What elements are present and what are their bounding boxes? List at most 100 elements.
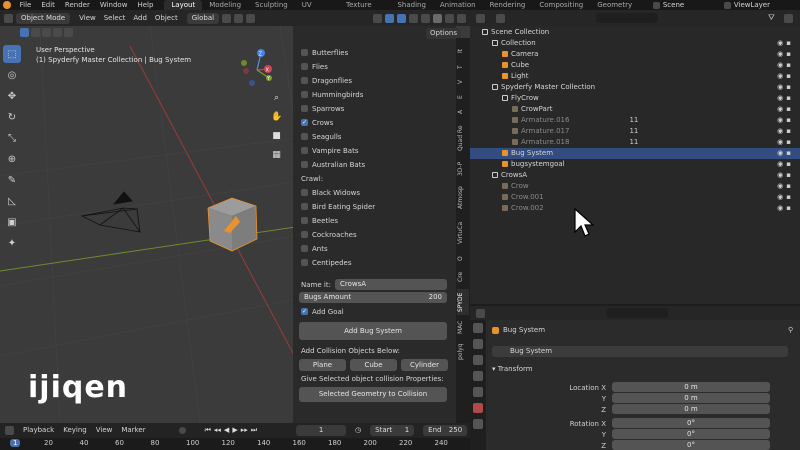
collection-tab-icon[interactable] xyxy=(473,419,483,429)
outliner-row[interactable]: CrowPart ◉▪ xyxy=(470,104,800,115)
eye-icon[interactable]: ◉ xyxy=(777,50,786,58)
option-ants[interactable]: Ants xyxy=(301,243,328,254)
transform-panel-header[interactable]: ▾ Transform xyxy=(492,365,533,373)
option-centipedes-checkbox[interactable] xyxy=(301,259,308,266)
sidebar-tab-spyde[interactable]: SPYDE xyxy=(457,289,469,315)
outliner-row[interactable]: Spyderfy Master Collection ◉▪ xyxy=(470,82,800,93)
option-australian-bats[interactable]: Australian Bats xyxy=(301,159,365,170)
outliner-row[interactable]: Scene Collection xyxy=(470,27,800,38)
pivot-icon[interactable] xyxy=(222,13,232,23)
workspace-tab-layout[interactable]: Layout xyxy=(164,0,203,10)
eye-icon[interactable]: ◉ xyxy=(777,204,786,212)
option-hummingbirds-checkbox[interactable] xyxy=(301,91,308,98)
location-x-field[interactable]: 0 m xyxy=(612,382,770,392)
sidebar-tab-virtuca[interactable]: VirtuCa xyxy=(457,216,469,250)
outliner-row[interactable]: Light ◉▪ xyxy=(470,71,800,82)
blender-logo-icon[interactable] xyxy=(3,1,11,9)
sidebar-tab-o[interactable]: O xyxy=(457,253,469,265)
viewport-menu-view[interactable]: View xyxy=(79,14,96,22)
gizmo-toggle-icon[interactable] xyxy=(385,13,394,23)
prev-key-icon[interactable]: ◂◂ xyxy=(214,426,221,435)
outliner-row[interactable]: CrowsA ◉▪ xyxy=(470,170,800,181)
sidebar-tab-v[interactable]: V xyxy=(457,76,469,88)
option-dragonflies-checkbox[interactable] xyxy=(301,77,308,84)
cursor-tool-icon[interactable]: ◎ xyxy=(3,66,21,84)
eye-icon[interactable]: ◉ xyxy=(777,193,786,201)
sidebar-tab-quad-re[interactable]: Quad Re xyxy=(457,121,469,155)
overlay-toggle-icon[interactable] xyxy=(397,13,406,23)
eye-icon[interactable]: ◉ xyxy=(777,83,786,91)
annotate-tool-icon[interactable]: ✎ xyxy=(3,171,21,189)
option-cockroaches-checkbox[interactable] xyxy=(301,231,308,238)
eye-icon[interactable]: ◉ xyxy=(777,94,786,102)
pin-icon[interactable]: ⚲ xyxy=(788,326,793,334)
workspace-tab-rendering[interactable]: Rendering xyxy=(483,0,533,10)
add-bug-system-button[interactable]: Add Bug System xyxy=(299,322,447,340)
add-goal-checkbox[interactable]: ✓ xyxy=(301,308,308,315)
viewport-menu-select[interactable]: Select xyxy=(104,14,126,22)
viewport-menu-object[interactable]: Object xyxy=(155,14,178,22)
workspace-tab-uv-editing[interactable]: UV Editing xyxy=(295,0,339,19)
camera-render-icon[interactable]: ▪ xyxy=(786,182,794,190)
option-centipedes[interactable]: Centipedes xyxy=(301,257,351,268)
menu-edit[interactable]: Edit xyxy=(36,1,60,9)
extra-tool-icon[interactable]: ✦ xyxy=(3,234,21,252)
bugs-amount-field[interactable]: Bugs Amount 200 xyxy=(299,292,447,303)
start-frame-field[interactable]: Start 1 xyxy=(370,424,415,436)
scale-tool-icon[interactable]: ⤡ xyxy=(3,129,21,147)
display-mode-icon[interactable] xyxy=(496,14,505,23)
menu-render[interactable]: Render xyxy=(60,1,95,9)
option-seagulls-checkbox[interactable] xyxy=(301,133,308,140)
zoom-icon[interactable]: ⌕ xyxy=(271,93,282,104)
camera-render-icon[interactable]: ▪ xyxy=(786,61,794,69)
location-z-field[interactable]: 0 m xyxy=(612,404,770,414)
select-box-tool-icon[interactable]: ⬚ xyxy=(3,45,21,63)
rotation-x-field[interactable]: 0° xyxy=(612,418,770,428)
eye-icon[interactable]: ◉ xyxy=(777,116,786,124)
eye-icon[interactable]: ◉ xyxy=(777,182,786,190)
outliner-row[interactable]: Crow ◉▪ xyxy=(470,181,800,192)
shading-wire-icon[interactable] xyxy=(421,13,430,23)
camera-render-icon[interactable]: ▪ xyxy=(786,138,794,146)
eye-icon[interactable]: ◉ xyxy=(777,39,786,47)
sidebar-tab-3d-p[interactable]: 3D-P xyxy=(457,158,469,180)
camera-render-icon[interactable]: ▪ xyxy=(786,94,794,102)
output-tab-icon[interactable] xyxy=(473,355,483,365)
select-new-icon[interactable] xyxy=(20,27,29,37)
option-vampire-bats-checkbox[interactable] xyxy=(301,147,308,154)
workspace-tab-modeling[interactable]: Modeling xyxy=(202,0,248,10)
option-beetles[interactable]: Beetles xyxy=(301,215,338,226)
add-goal-toggle[interactable]: ✓ Add Goal xyxy=(301,306,344,317)
option-black-widows-checkbox[interactable] xyxy=(301,189,308,196)
select-subtract-icon[interactable] xyxy=(42,27,51,37)
outliner-row[interactable]: Crow.002 ◉▪ xyxy=(470,203,800,214)
eye-icon[interactable]: ◉ xyxy=(777,149,786,157)
world-tab-icon[interactable] xyxy=(473,403,483,413)
outliner-row[interactable]: Armature.017 11 ◉▪ xyxy=(470,126,800,137)
view-layer-tab-icon[interactable] xyxy=(473,371,483,381)
timeline-ruler[interactable]: 1 20 40 60 80 100 120 140 160 180 200 220 240 xyxy=(0,438,470,450)
current-frame-field[interactable]: 1 xyxy=(296,424,347,436)
sidebar-tab-it[interactable]: It xyxy=(457,44,469,58)
rotate-tool-icon[interactable]: ↻ xyxy=(3,108,21,126)
camera-render-icon[interactable]: ▪ xyxy=(786,171,794,179)
xray-icon[interactable] xyxy=(409,13,418,23)
timeline-editor-type-icon[interactable] xyxy=(5,425,14,435)
scene-selector[interactable]: Scene xyxy=(663,1,684,9)
camera-render-icon[interactable]: ▪ xyxy=(786,193,794,201)
proportional-edit-icon[interactable] xyxy=(246,13,256,23)
snap-icon[interactable] xyxy=(234,13,244,23)
viewlayer-selector[interactable]: ViewLayer xyxy=(734,1,770,9)
sidebar-tab-t[interactable]: T xyxy=(457,61,469,73)
option-flies-checkbox[interactable] xyxy=(301,63,308,70)
workspace-tab-geometry-nodes[interactable]: Geometry Nodes xyxy=(590,0,653,19)
rotation-y-field[interactable]: 0° xyxy=(612,429,770,439)
scene-icon[interactable] xyxy=(653,1,660,9)
mode-selector[interactable]: Object Mode xyxy=(16,12,71,24)
shading-rendered-icon[interactable] xyxy=(457,13,466,23)
camera-render-icon[interactable]: ▪ xyxy=(786,149,794,157)
next-key-icon[interactable]: ▸▸ xyxy=(241,426,248,435)
navigation-gizmo[interactable]: X Z Y xyxy=(232,45,282,95)
select-intersect-icon[interactable] xyxy=(64,27,73,37)
perspective-grid-icon[interactable]: ▦ xyxy=(271,150,282,161)
